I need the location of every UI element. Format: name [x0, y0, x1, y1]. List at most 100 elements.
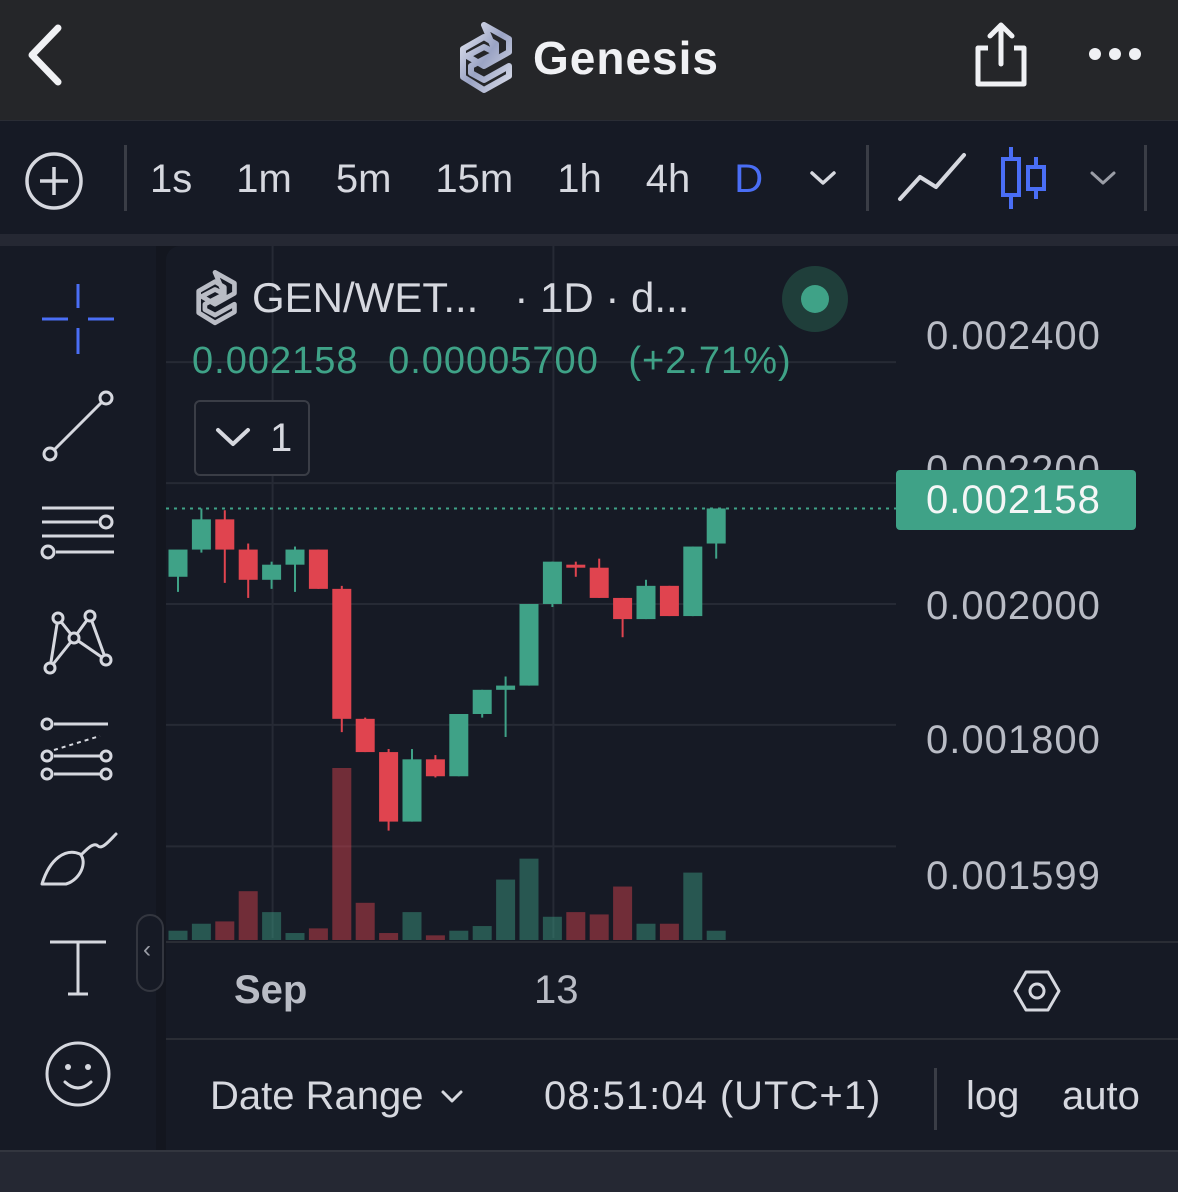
candle-body: [659, 585, 679, 617]
candle-body: [706, 508, 726, 544]
volume-bar: [402, 912, 422, 940]
share-button[interactable]: [970, 20, 1032, 90]
interval-dropdown-button[interactable]: [806, 161, 840, 195]
date-range-button[interactable]: Date Range: [210, 1074, 465, 1119]
candle-body: [355, 718, 375, 753]
chart-settings-button[interactable]: [1012, 966, 1062, 1016]
price-axis-label: 0.002000: [926, 584, 1101, 628]
candle-body: [566, 564, 586, 568]
add-symbol-button[interactable]: [22, 149, 86, 213]
interval-4h[interactable]: 4h: [646, 157, 691, 202]
chevron-down-icon: [216, 428, 250, 446]
volume-bar: [542, 916, 562, 940]
chart-type-dropdown-button[interactable]: [1086, 161, 1120, 195]
interval-d[interactable]: D: [734, 157, 763, 202]
panel-divider: [0, 234, 1178, 246]
trend-line-tool[interactable]: [36, 384, 120, 468]
collapse-tools-button[interactable]: ‹: [136, 914, 164, 992]
volume-bar: [613, 886, 633, 940]
volume-bar: [308, 928, 328, 940]
prediction-tool[interactable]: [36, 708, 120, 792]
share-icon: [975, 22, 1027, 87]
horizontal-lines-icon: [40, 506, 114, 560]
price-axis-label: 0.001800: [926, 718, 1101, 762]
candle-body: [519, 603, 539, 686]
brush-tool[interactable]: [36, 818, 120, 902]
toolbar-separator: [124, 145, 127, 211]
emoji-icon: [45, 1041, 111, 1107]
price-legend: 0.002158 0.00005700 (+2.71%): [192, 340, 810, 383]
volume-bar: [449, 930, 469, 940]
volume-bar: [706, 930, 726, 940]
volume-bar: [379, 933, 399, 940]
candle-body: [191, 519, 211, 550]
indicators-toggle[interactable]: 1: [194, 400, 310, 476]
candle-body: [425, 759, 445, 777]
chevron-down-icon: [810, 171, 836, 185]
candle-body: [168, 549, 188, 577]
volume-bar: [589, 914, 609, 940]
log-scale-toggle[interactable]: log: [966, 1074, 1019, 1119]
auto-scale-toggle[interactable]: auto: [1062, 1074, 1140, 1119]
time-axis-label: 13: [534, 968, 579, 1012]
horizontal-lines-tool[interactable]: [36, 492, 120, 576]
volume-bar: [472, 926, 492, 940]
trend-line-icon: [42, 390, 114, 462]
genesis-logo-icon: [196, 270, 237, 326]
timezone-clock[interactable]: 08:51:04 (UTC+1): [544, 1074, 881, 1119]
text-tool[interactable]: [36, 926, 120, 1010]
chart-bottom-bar: Date Range 08:51:04 (UTC+1) log auto: [166, 1038, 1178, 1192]
chart-panel[interactable]: GEN/WET... · 1D · d... 0.002158 0.000057…: [166, 246, 1178, 1192]
candlestick-icon: [1001, 147, 1046, 209]
back-button[interactable]: [22, 22, 72, 88]
candle-body: [472, 689, 492, 714]
candlestick-chart-button[interactable]: [996, 143, 1052, 213]
candle-body: [238, 549, 258, 580]
time-axis-label: Sep: [234, 968, 308, 1012]
app-title: Genesis: [455, 18, 719, 98]
crosshair-tool[interactable]: [36, 276, 120, 360]
interval-5m[interactable]: 5m: [336, 157, 392, 202]
volume-bar: [168, 930, 188, 940]
price-change: 0.00005700: [388, 340, 599, 382]
line-chart-icon: [898, 153, 966, 201]
more-horizontal-icon: [1089, 48, 1141, 60]
more-button[interactable]: [1086, 36, 1144, 72]
emoji-tool[interactable]: [36, 1032, 120, 1116]
volume-bar: [215, 921, 235, 940]
volume-bar: [519, 858, 539, 940]
pattern-tool[interactable]: [36, 598, 120, 682]
text-icon: [50, 940, 106, 996]
volume-bar: [425, 935, 445, 940]
crosshair-icon: [42, 284, 114, 354]
top-bar: Genesis: [0, 0, 1178, 120]
volume-bar: [496, 879, 516, 940]
volume-bar: [191, 923, 211, 940]
volume-bar: [355, 902, 375, 940]
chart-legend: GEN/WET... · 1D · d...: [192, 268, 689, 328]
candle-body: [262, 564, 282, 580]
candle-body: [683, 546, 703, 617]
price-change-percent: (+2.71%): [628, 340, 792, 382]
page-title: Genesis: [533, 32, 719, 84]
interval-info: · 1D · d...: [514, 274, 690, 321]
interval-1s[interactable]: 1s: [150, 157, 192, 202]
prediction-icon: [40, 717, 113, 781]
line-chart-button[interactable]: [896, 147, 968, 209]
interval-1m[interactable]: 1m: [236, 157, 292, 202]
chevron-down-icon: [1090, 171, 1116, 185]
volume-bar: [238, 891, 258, 940]
candle-body: [542, 561, 562, 604]
market-status-indicator[interactable]: [782, 266, 848, 332]
price-axis-label: 0.002400: [926, 314, 1101, 358]
symbol-name[interactable]: GEN/WET...: [252, 274, 478, 322]
volume-bar: [566, 912, 586, 940]
volume-bar: [659, 923, 679, 940]
candle-body: [379, 752, 399, 822]
interval-1h[interactable]: 1h: [557, 157, 602, 202]
candle-body: [613, 597, 633, 620]
volume-bar: [636, 923, 656, 940]
interval-15m[interactable]: 15m: [435, 157, 513, 202]
bottom-bar-separator: [934, 1068, 937, 1130]
pattern-icon: [43, 609, 113, 675]
